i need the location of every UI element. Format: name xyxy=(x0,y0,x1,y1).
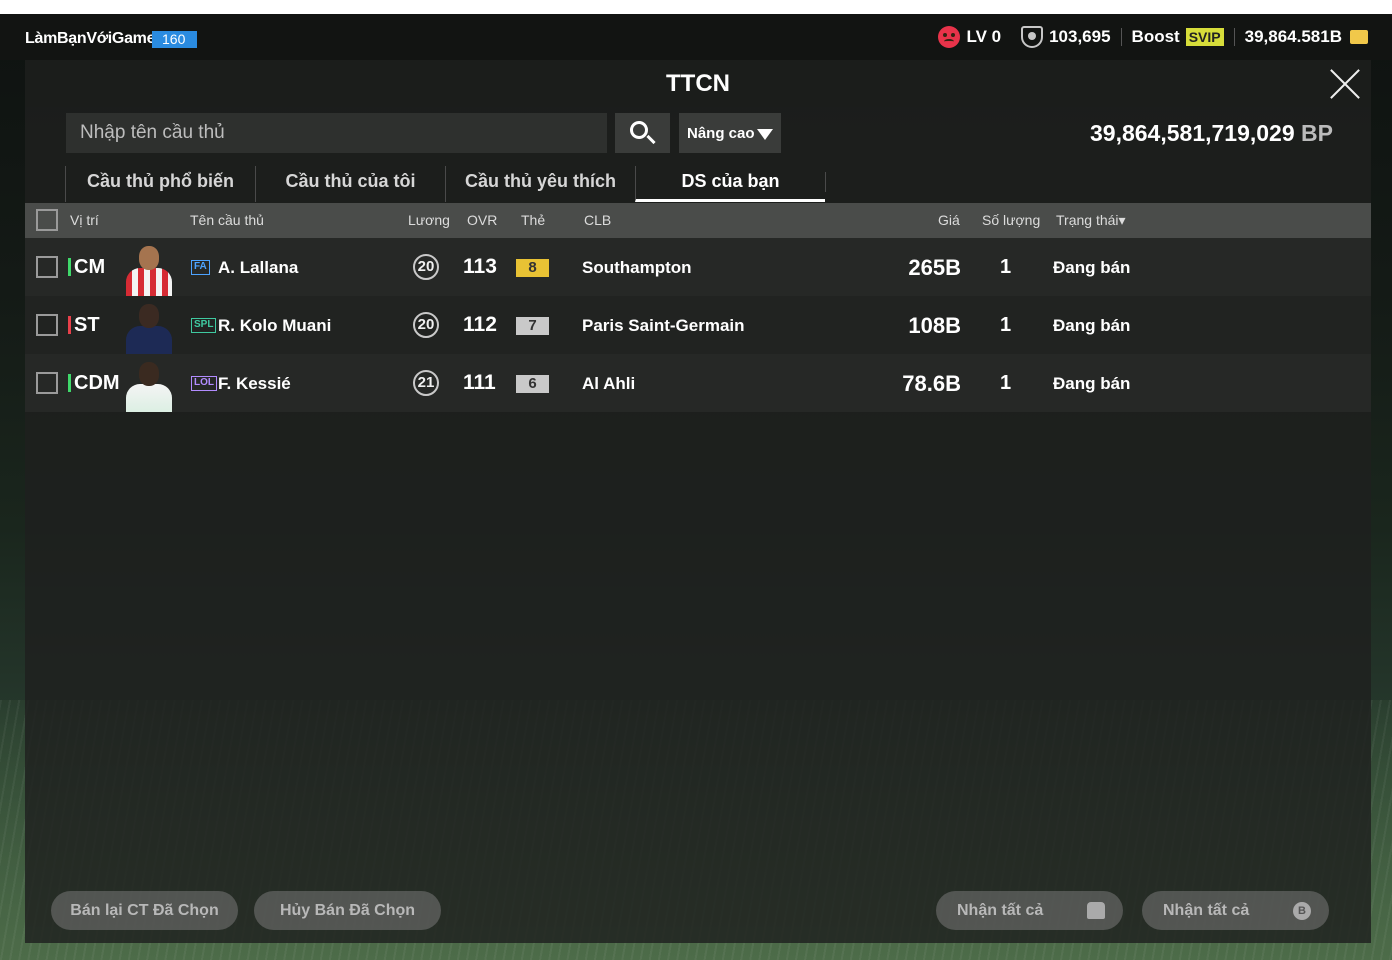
coin-icon xyxy=(1350,30,1368,44)
svip-badge[interactable]: SVIP xyxy=(1185,28,1224,46)
col-quantity[interactable]: Số lượng xyxy=(982,212,1040,228)
col-salary[interactable]: Lương xyxy=(408,212,450,228)
player-avatar xyxy=(123,242,175,296)
position-color-bar xyxy=(68,374,71,392)
listing-status: Đang bán xyxy=(1053,258,1131,277)
position-color-bar xyxy=(68,316,71,334)
card-level-badge: 8 xyxy=(516,259,549,277)
col-price[interactable]: Giá xyxy=(938,212,960,228)
table-row[interactable]: ST SPL R. Kolo Muani 20 112 7 Paris Sain… xyxy=(25,296,1371,354)
top-strip xyxy=(0,0,1392,14)
player-position: CM xyxy=(74,256,106,278)
advanced-filter-dropdown[interactable]: Nâng cao xyxy=(679,113,781,153)
player-avatar xyxy=(123,358,175,412)
lv-label: LV 0 xyxy=(966,27,1002,46)
honor-points: 103,695 xyxy=(1049,27,1111,46)
player-position: ST xyxy=(74,314,100,336)
search-input[interactable] xyxy=(66,113,607,153)
club-name: Paris Saint-Germain xyxy=(582,316,745,335)
club-name: Al Ahli xyxy=(582,374,636,393)
card-level-badge: 6 xyxy=(516,375,549,393)
top-bar: LàmBạnVớiGame 160 LV 0 103,695 Boost SVI… xyxy=(0,14,1392,60)
salary-badge: 20 xyxy=(413,254,439,280)
table-row[interactable]: CDM LOL F. Kessié 21 111 6 Al Ahli 78.6B… xyxy=(25,354,1371,412)
col-club[interactable]: CLB xyxy=(584,212,611,228)
col-status[interactable]: Trạng thái▾ xyxy=(1056,212,1126,229)
row-checkbox[interactable] xyxy=(36,372,58,394)
tab-your-list[interactable]: DS của bạn xyxy=(635,166,825,202)
player-ovr: 111 xyxy=(463,371,496,394)
cancel-selected-button[interactable]: Hủy Bán Đã Chọn xyxy=(254,891,441,930)
search-button[interactable] xyxy=(615,113,670,153)
card-level-badge: 7 xyxy=(516,317,549,335)
player-name[interactable]: A. Lallana xyxy=(218,258,298,278)
listing-price: 108B xyxy=(908,313,961,338)
resell-selected-button[interactable]: Bán lại CT Đã Chọn xyxy=(51,891,238,930)
col-player-name[interactable]: Tên cầu thủ xyxy=(190,212,264,228)
panel-title: TTCN xyxy=(666,70,730,97)
col-card[interactable]: Thẻ xyxy=(521,212,545,228)
tab-favorite-players[interactable]: Cầu thủ yêu thích xyxy=(445,166,635,202)
receive-all-players-button[interactable]: Nhận tất cả xyxy=(936,891,1123,930)
tab-bar: Cầu thủ phổ biến Cầu thủ của tôi Cầu thủ… xyxy=(65,166,826,202)
divider xyxy=(1120,28,1122,46)
player-name[interactable]: F. Kessié xyxy=(218,374,291,394)
divider xyxy=(1233,28,1235,46)
listing-price: 265B xyxy=(908,255,961,280)
panel-header: TTCN xyxy=(25,60,1371,107)
select-all-checkbox[interactable] xyxy=(36,209,58,231)
club-name: Southampton xyxy=(582,258,692,277)
caret-down-icon xyxy=(757,129,773,140)
close-icon[interactable] xyxy=(1329,68,1361,100)
player-name[interactable]: R. Kolo Muani xyxy=(218,316,331,336)
transfer-market-panel: TTCN Nâng cao 39,864,581,719,029 BP Cầu … xyxy=(25,60,1371,943)
bp-balance-value: 39,864,581,719,029 xyxy=(1090,120,1295,146)
league-badge: SPL xyxy=(191,318,217,333)
username: LàmBạnVớiGame xyxy=(25,30,156,47)
coin-balance: 39,864.581B xyxy=(1244,27,1342,46)
shirt-icon xyxy=(1087,902,1105,919)
row-checkbox[interactable] xyxy=(36,314,58,336)
league-badge: LOL xyxy=(191,376,217,391)
currency-bar: LV 0 103,695 Boost SVIP 39,864.581B xyxy=(938,26,1368,48)
salary-badge: 21 xyxy=(413,370,439,396)
listing-quantity: 1 xyxy=(1000,314,1012,336)
col-position[interactable]: Vị trí xyxy=(70,212,99,228)
position-color-bar xyxy=(68,258,71,276)
player-ovr: 113 xyxy=(463,255,497,278)
listing-price: 78.6B xyxy=(902,371,961,396)
league-badge: FA xyxy=(191,260,210,275)
listing-status: Đang bán xyxy=(1053,374,1131,393)
bp-unit: BP xyxy=(1301,120,1333,146)
row-checkbox[interactable] xyxy=(36,256,58,278)
player-avatar xyxy=(123,300,175,354)
listing-quantity: 1 xyxy=(1000,256,1012,278)
receive-all-players-label: Nhận tất cả xyxy=(957,902,1044,919)
table-row[interactable]: CM FA A. Lallana 20 113 8 Southampton 26… xyxy=(25,238,1371,296)
tab-my-players[interactable]: Cầu thủ của tôi xyxy=(255,166,445,202)
bp-balance: 39,864,581,719,029 BP xyxy=(1090,120,1333,147)
table-header: Vị trí Tên cầu thủ Lương OVR Thẻ CLB Giá… xyxy=(25,203,1371,238)
listing-status: Đang bán xyxy=(1053,316,1131,335)
shield-icon xyxy=(1021,26,1044,48)
advanced-label: Nâng cao xyxy=(687,125,755,142)
user-level-badge: 160 xyxy=(152,31,197,48)
receive-all-bp-label: Nhận tất cả xyxy=(1163,902,1250,919)
tab-popular-players[interactable]: Cầu thủ phổ biến xyxy=(65,166,255,202)
player-ovr: 112 xyxy=(463,313,497,336)
listing-quantity: 1 xyxy=(1000,372,1012,394)
salary-badge: 20 xyxy=(413,312,439,338)
receive-all-bp-button[interactable]: Nhận tất cả B xyxy=(1142,891,1329,930)
boost-label[interactable]: Boost xyxy=(1132,27,1180,47)
sad-face-icon xyxy=(938,26,961,48)
col-ovr[interactable]: OVR xyxy=(467,212,497,228)
bp-coin-icon: B xyxy=(1293,902,1311,920)
player-position: CDM xyxy=(74,372,120,394)
